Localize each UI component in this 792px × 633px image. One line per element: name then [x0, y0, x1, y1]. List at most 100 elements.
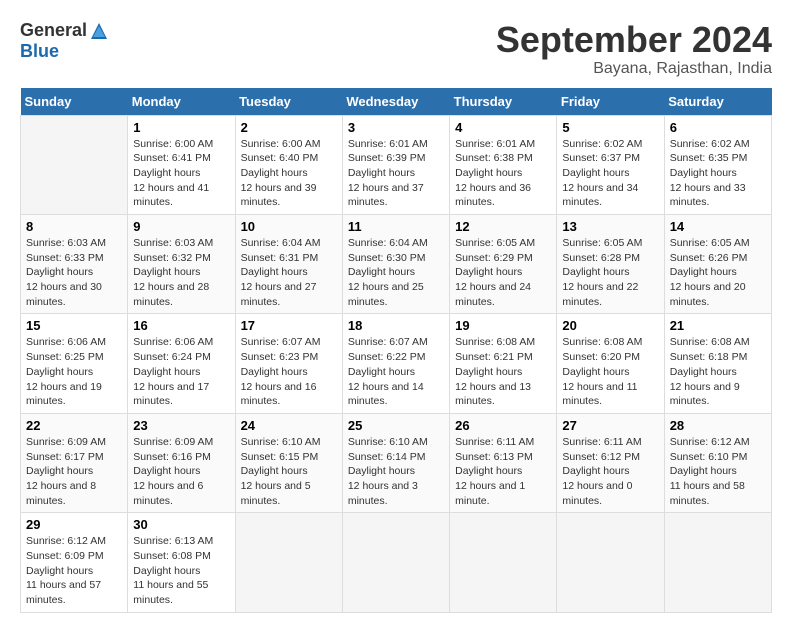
day-number: 14	[670, 219, 766, 234]
day-info: Sunrise: 6:11 AMSunset: 6:13 PMDaylight …	[455, 435, 551, 508]
table-row	[235, 513, 342, 612]
table-row: 2 Sunrise: 6:00 AMSunset: 6:40 PMDaylight…	[235, 115, 342, 214]
day-number: 20	[562, 318, 658, 333]
table-row: 11 Sunrise: 6:04 AMSunset: 6:30 PMDayligh…	[342, 215, 449, 314]
day-info: Sunrise: 6:04 AMSunset: 6:30 PMDaylight …	[348, 236, 444, 309]
day-number: 17	[241, 318, 337, 333]
day-number: 13	[562, 219, 658, 234]
weekday-header-monday: Monday	[128, 88, 235, 116]
table-row: 10 Sunrise: 6:04 AMSunset: 6:31 PMDayligh…	[235, 215, 342, 314]
day-number: 23	[133, 418, 229, 433]
day-number: 9	[133, 219, 229, 234]
table-row: 27 Sunrise: 6:11 AMSunset: 6:12 PMDayligh…	[557, 413, 664, 512]
table-row: 18 Sunrise: 6:07 AMSunset: 6:22 PMDayligh…	[342, 314, 449, 413]
day-info: Sunrise: 6:10 AMSunset: 6:14 PMDaylight …	[348, 435, 444, 508]
location-subtitle: Bayana, Rajasthan, India	[496, 60, 772, 78]
table-row: 23 Sunrise: 6:09 AMSunset: 6:16 PMDayligh…	[128, 413, 235, 512]
day-info: Sunrise: 6:01 AMSunset: 6:39 PMDaylight …	[348, 137, 444, 210]
day-number: 15	[26, 318, 122, 333]
calendar-table: SundayMondayTuesdayWednesdayThursdayFrid…	[20, 88, 772, 613]
table-row: 12 Sunrise: 6:05 AMSunset: 6:29 PMDayligh…	[450, 215, 557, 314]
day-info: Sunrise: 6:05 AMSunset: 6:29 PMDaylight …	[455, 236, 551, 309]
day-number: 26	[455, 418, 551, 433]
day-number: 16	[133, 318, 229, 333]
day-number: 1	[133, 120, 229, 135]
table-row: 26 Sunrise: 6:11 AMSunset: 6:13 PMDayligh…	[450, 413, 557, 512]
day-info: Sunrise: 6:06 AMSunset: 6:24 PMDaylight …	[133, 335, 229, 408]
day-info: Sunrise: 6:08 AMSunset: 6:21 PMDaylight …	[455, 335, 551, 408]
month-title: September 2024	[496, 20, 772, 60]
table-row: 19 Sunrise: 6:08 AMSunset: 6:21 PMDayligh…	[450, 314, 557, 413]
table-row: 25 Sunrise: 6:10 AMSunset: 6:14 PMDayligh…	[342, 413, 449, 512]
day-info: Sunrise: 6:00 AMSunset: 6:41 PMDaylight …	[133, 137, 229, 210]
day-info: Sunrise: 6:03 AMSunset: 6:33 PMDaylight …	[26, 236, 122, 309]
table-row: 16 Sunrise: 6:06 AMSunset: 6:24 PMDayligh…	[128, 314, 235, 413]
weekday-header-wednesday: Wednesday	[342, 88, 449, 116]
day-number: 10	[241, 219, 337, 234]
day-info: Sunrise: 6:10 AMSunset: 6:15 PMDaylight …	[241, 435, 337, 508]
table-row: 3 Sunrise: 6:01 AMSunset: 6:39 PMDaylight…	[342, 115, 449, 214]
day-info: Sunrise: 6:08 AMSunset: 6:20 PMDaylight …	[562, 335, 658, 408]
day-info: Sunrise: 6:09 AMSunset: 6:17 PMDaylight …	[26, 435, 122, 508]
weekday-header-sunday: Sunday	[21, 88, 128, 116]
day-number: 27	[562, 418, 658, 433]
day-number: 18	[348, 318, 444, 333]
day-info: Sunrise: 6:05 AMSunset: 6:26 PMDaylight …	[670, 236, 766, 309]
day-number: 2	[241, 120, 337, 135]
weekday-header-saturday: Saturday	[664, 88, 771, 116]
table-row: 9 Sunrise: 6:03 AMSunset: 6:32 PMDaylight…	[128, 215, 235, 314]
table-row: 21 Sunrise: 6:08 AMSunset: 6:18 PMDayligh…	[664, 314, 771, 413]
day-number: 24	[241, 418, 337, 433]
day-info: Sunrise: 6:12 AMSunset: 6:10 PMDaylight …	[670, 435, 766, 508]
day-number: 12	[455, 219, 551, 234]
table-row: 17 Sunrise: 6:07 AMSunset: 6:23 PMDayligh…	[235, 314, 342, 413]
day-number: 4	[455, 120, 551, 135]
day-info: Sunrise: 6:04 AMSunset: 6:31 PMDaylight …	[241, 236, 337, 309]
day-info: Sunrise: 6:03 AMSunset: 6:32 PMDaylight …	[133, 236, 229, 309]
day-number: 22	[26, 418, 122, 433]
day-info: Sunrise: 6:08 AMSunset: 6:18 PMDaylight …	[670, 335, 766, 408]
weekday-header-tuesday: Tuesday	[235, 88, 342, 116]
table-row	[21, 115, 128, 214]
day-info: Sunrise: 6:02 AMSunset: 6:35 PMDaylight …	[670, 137, 766, 210]
day-number: 21	[670, 318, 766, 333]
weekday-header-friday: Friday	[557, 88, 664, 116]
day-number: 30	[133, 517, 229, 532]
logo: General Blue	[20, 20, 109, 62]
table-row: 14 Sunrise: 6:05 AMSunset: 6:26 PMDayligh…	[664, 215, 771, 314]
day-number: 25	[348, 418, 444, 433]
table-row: 5 Sunrise: 6:02 AMSunset: 6:37 PMDaylight…	[557, 115, 664, 214]
day-number: 8	[26, 219, 122, 234]
day-info: Sunrise: 6:07 AMSunset: 6:23 PMDaylight …	[241, 335, 337, 408]
day-info: Sunrise: 6:05 AMSunset: 6:28 PMDaylight …	[562, 236, 658, 309]
table-row: 30 Sunrise: 6:13 AMSunset: 6:08 PMDayligh…	[128, 513, 235, 612]
page-header: General Blue September 2024 Bayana, Raja…	[20, 20, 772, 78]
table-row: 15Sunrise: 6:06 AMSunset: 6:25 PMDayligh…	[21, 314, 128, 413]
table-row: 29Sunrise: 6:12 AMSunset: 6:09 PMDayligh…	[21, 513, 128, 612]
day-info: Sunrise: 6:00 AMSunset: 6:40 PMDaylight …	[241, 137, 337, 210]
day-number: 5	[562, 120, 658, 135]
table-row: 28Sunrise: 6:12 AMSunset: 6:10 PMDayligh…	[664, 413, 771, 512]
day-number: 3	[348, 120, 444, 135]
table-row	[342, 513, 449, 612]
table-row: 22 Sunrise: 6:09 AMSunset: 6:17 PMDayligh…	[21, 413, 128, 512]
table-row: 1 Sunrise: 6:00 AMSunset: 6:41 PMDaylight…	[128, 115, 235, 214]
logo-blue: Blue	[20, 41, 59, 62]
logo-icon	[89, 21, 109, 41]
day-number: 6	[670, 120, 766, 135]
day-info: Sunrise: 6:09 AMSunset: 6:16 PMDaylight …	[133, 435, 229, 508]
day-number: 19	[455, 318, 551, 333]
weekday-header-thursday: Thursday	[450, 88, 557, 116]
table-row	[450, 513, 557, 612]
table-row	[557, 513, 664, 612]
day-info: Sunrise: 6:13 AMSunset: 6:08 PMDaylight …	[133, 534, 229, 607]
day-info: Sunrise: 6:11 AMSunset: 6:12 PMDaylight …	[562, 435, 658, 508]
logo-general: General	[20, 20, 87, 41]
day-info: Sunrise: 6:01 AMSunset: 6:38 PMDaylight …	[455, 137, 551, 210]
table-row: 24 Sunrise: 6:10 AMSunset: 6:15 PMDayligh…	[235, 413, 342, 512]
table-row: 4 Sunrise: 6:01 AMSunset: 6:38 PMDaylight…	[450, 115, 557, 214]
table-row: 20 Sunrise: 6:08 AMSunset: 6:20 PMDayligh…	[557, 314, 664, 413]
day-info: Sunrise: 6:07 AMSunset: 6:22 PMDaylight …	[348, 335, 444, 408]
day-number: 11	[348, 219, 444, 234]
day-info: Sunrise: 6:02 AMSunset: 6:37 PMDaylight …	[562, 137, 658, 210]
